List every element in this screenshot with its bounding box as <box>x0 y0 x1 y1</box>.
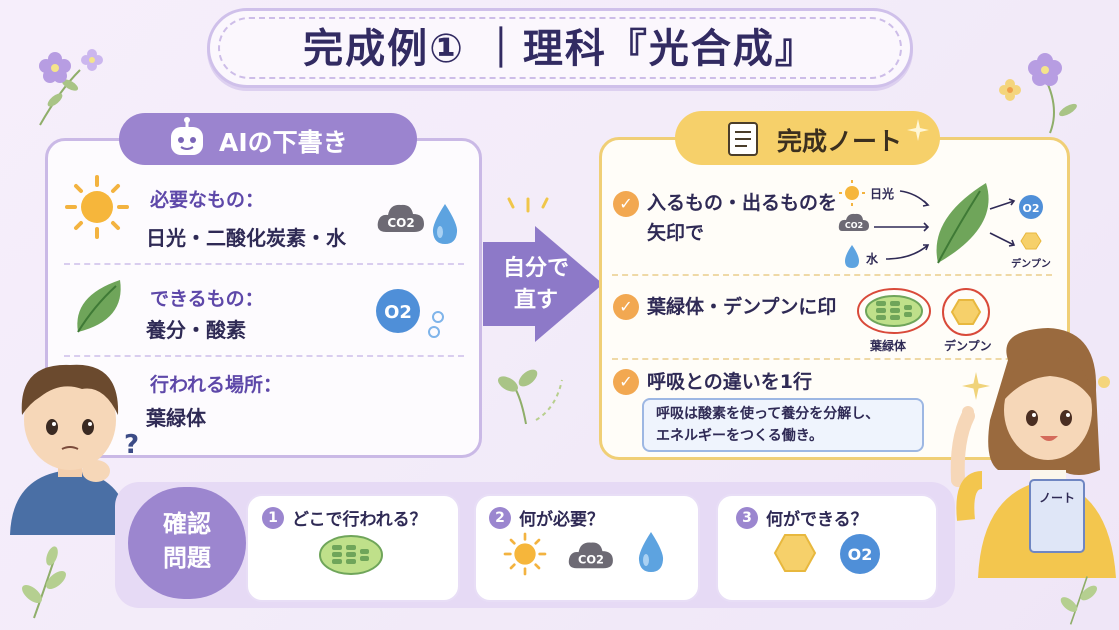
note-item-3: 呼吸との違いを1行 <box>647 371 813 393</box>
co2-cloud-icon: CO2 <box>568 542 613 569</box>
note-item-1-line2: 矢印で <box>647 222 705 244</box>
notebook-icon <box>728 122 758 156</box>
fix-yourself-label: 自分で 直す <box>502 256 569 313</box>
svg-text:CO2: CO2 <box>845 221 863 230</box>
co2-cloud-icon: CO2 <box>377 204 424 232</box>
page-title: 完成例① ｜理科『光合成』 <box>303 26 817 72</box>
note-item-2: 葉緑体・デンプンに印 <box>647 296 837 318</box>
ai-draft-tab-label: AIの下書き <box>219 128 348 157</box>
respiration-note: 呼吸は酸素を使って養分を分解し、 エネルギーをつくる働き。 <box>642 398 924 452</box>
flower-decoration-top-right-icon <box>999 53 1077 134</box>
sun-icon <box>65 175 129 239</box>
quiz-question-1: どこで行われる？ <box>292 510 427 530</box>
svg-text:O2: O2 <box>1022 202 1039 215</box>
chloroplast-marked-icon <box>857 288 931 334</box>
svg-text:?: ? <box>124 430 139 460</box>
leaf-icon <box>77 280 121 333</box>
finished-note-tab-label: 完成ノート <box>777 127 903 156</box>
check-icon: ✓ <box>613 191 639 217</box>
leaf-decoration-bottom-right-icon <box>1060 576 1097 625</box>
place-label: 行われる場所： <box>150 374 283 396</box>
product-label: できるもの： <box>150 288 264 310</box>
quiz-number-1: 1 <box>262 507 284 529</box>
ai-draft-tab: AIの下書き <box>119 113 417 165</box>
chloroplast-mark-label: 葉緑体 <box>870 339 907 353</box>
diagram-starch-label: デンプン <box>1011 257 1051 270</box>
photosynthesis-flow-diagram: 日光 CO2 水 O2 デンプン <box>838 180 1051 270</box>
note-item-1-line1: 入るもの・出るものを <box>647 192 838 214</box>
check-icon: ✓ <box>613 294 639 320</box>
girl-with-notebook-illustration: ノート <box>950 328 1116 578</box>
flower-decoration-top-left-icon <box>39 49 103 126</box>
finished-note-tab: 完成ノート <box>675 111 940 165</box>
sparkle-icon <box>962 372 990 400</box>
starch-icon <box>773 534 817 572</box>
leaf-decoration-bottom-left-icon <box>22 546 66 619</box>
sprout-icon <box>498 369 563 425</box>
diagram-water-label: 水 <box>866 251 879 266</box>
sparkle-lines-icon <box>507 197 549 213</box>
quiz-number-2: 2 <box>489 507 511 529</box>
required-label: 必要なもの： <box>150 189 265 211</box>
chloroplast-icon <box>319 535 383 575</box>
svg-text:CO2: CO2 <box>578 553 604 567</box>
svg-text:O2: O2 <box>848 545 873 564</box>
robot-icon <box>171 117 203 155</box>
diagram-sun-label: 日光 <box>870 186 894 201</box>
quiz-question-2: 何が必要？ <box>519 510 604 530</box>
check-icon: ✓ <box>613 369 639 395</box>
water-drop-icon <box>638 532 664 572</box>
required-value: 日光・二酸化炭素・水 <box>146 226 346 250</box>
quiz-number-3: 3 <box>736 507 758 529</box>
sun-icon <box>503 532 547 576</box>
oxygen-text: O2 <box>384 302 412 323</box>
product-value: 養分・酸素 <box>146 318 246 342</box>
divider <box>64 263 464 265</box>
place-value: 葉緑体 <box>146 406 206 430</box>
divider <box>612 274 1052 276</box>
water-drop-icon <box>432 204 458 244</box>
co2-text: CO2 <box>387 216 414 230</box>
check-questions-badge: 確認 問題 <box>128 487 246 599</box>
girl-notebook-label: ノート <box>1039 491 1075 505</box>
oxygen-icon: O2 <box>840 534 880 574</box>
oxygen-icon: O2 <box>376 289 444 338</box>
quiz-question-3: 何ができる？ <box>766 510 868 530</box>
sparkle-icon <box>907 119 929 141</box>
